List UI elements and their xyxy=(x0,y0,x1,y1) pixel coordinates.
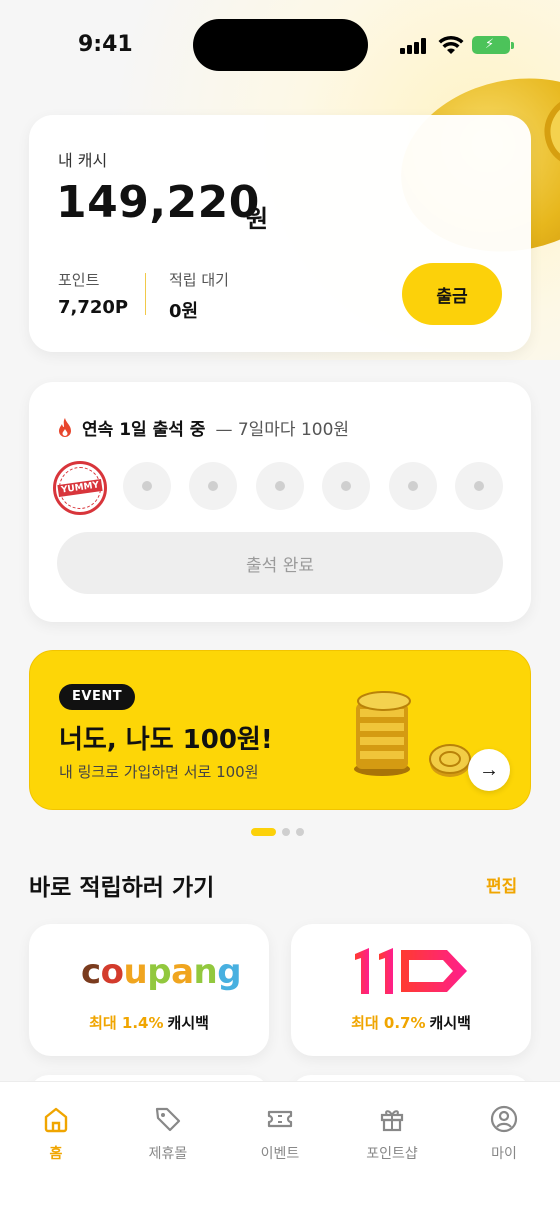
yummy-stamp: YUMMY xyxy=(53,461,107,515)
cashback-percent: 최대 1.4% xyxy=(89,1014,164,1032)
page-dot-active[interactable] xyxy=(251,828,276,836)
ticket-icon xyxy=(267,1110,293,1128)
day-slot xyxy=(256,462,304,510)
tab-my[interactable]: 마이 xyxy=(459,1104,549,1163)
attendance-complete-button[interactable]: 출석 완료 xyxy=(57,532,503,594)
event-title: 너도, 나도 100원! xyxy=(59,725,273,755)
tab-label: 포인트샵 xyxy=(366,1146,418,1162)
tab-events[interactable]: 이벤트 xyxy=(235,1104,325,1163)
status-time: 9:41 xyxy=(78,32,133,57)
tag-icon xyxy=(155,1107,181,1132)
tab-bar: 홈 제휴몰 이벤트 포인트샵 마이 xyxy=(0,1081,560,1217)
tab-pointshop[interactable]: 포인트샵 xyxy=(347,1104,437,1163)
event-banner[interactable]: EVENT 너도, 나도 100원! 내 링크로 가입하면 서로 100원 → xyxy=(29,650,531,810)
tab-label: 이벤트 xyxy=(260,1146,300,1162)
page-dot[interactable] xyxy=(282,828,290,836)
day-slot xyxy=(189,462,237,510)
cashback-suffix: 캐시백 xyxy=(167,1014,209,1032)
tab-label: 제휴몰 xyxy=(148,1146,188,1162)
fire-icon xyxy=(59,417,71,437)
tab-partners[interactable]: 제휴몰 xyxy=(123,1104,213,1163)
cashback-rate: 최대 1.4% 캐시백 xyxy=(29,1012,269,1033)
points-value: 7,720P xyxy=(58,297,129,318)
home-icon xyxy=(44,1107,68,1133)
edit-link[interactable]: 편집 xyxy=(486,872,517,897)
event-arrow-button[interactable]: → xyxy=(468,749,510,791)
user-icon xyxy=(490,1105,518,1133)
tab-label: 마이 xyxy=(491,1146,517,1162)
cash-card: 내 캐시 149,220 원 포인트 7,720P 적립 대기 0원 출금 xyxy=(29,115,531,352)
day-slot xyxy=(455,462,503,510)
cashback-rate: 최대 0.7% 캐시백 xyxy=(291,1012,531,1033)
banner-pagination xyxy=(251,828,304,836)
cashback-suffix: 캐시백 xyxy=(429,1014,471,1032)
dynamic-island xyxy=(193,19,368,71)
cash-unit: 원 xyxy=(246,205,269,233)
pending-label: 적립 대기 xyxy=(169,271,229,289)
stamp-label: YUMMY xyxy=(57,478,103,498)
attendance-title: 연속 1일 출석 중 — 7일마다 100원 xyxy=(57,415,349,440)
divider xyxy=(145,273,146,315)
points-label: 포인트 xyxy=(58,271,100,289)
tab-home[interactable]: 홈 xyxy=(11,1104,101,1163)
cash-amount: 149,220 xyxy=(56,177,260,228)
coin-stack-icon xyxy=(354,691,411,776)
pending-value: 0원 xyxy=(169,301,199,322)
shop-card-coupang[interactable]: coupang 최대 1.4% 캐시백 xyxy=(29,924,269,1056)
attendance-card: 연속 1일 출석 중 — 7일마다 100원 YUMMY 출석 완료 xyxy=(29,382,531,622)
attendance-streak: 연속 1일 출석 중 xyxy=(82,420,206,440)
status-bar: 9:41 ⚡ xyxy=(0,0,560,90)
withdraw-button[interactable]: 출금 xyxy=(402,263,502,325)
event-badge: EVENT xyxy=(59,684,136,710)
11st-logo xyxy=(355,948,467,994)
shop-card-11st[interactable]: 최대 0.7% 캐시백 xyxy=(291,924,531,1056)
shortcuts-title: 바로 적립하러 가기 xyxy=(29,875,215,901)
page-dot[interactable] xyxy=(296,828,304,836)
event-subtitle: 내 링크로 가입하면 서로 100원 xyxy=(59,763,259,781)
wifi-icon xyxy=(438,35,464,54)
day-slot xyxy=(123,462,171,510)
coupang-logo: coupang xyxy=(81,952,242,992)
battery-icon: ⚡ xyxy=(472,36,514,54)
cash-label: 내 캐시 xyxy=(58,151,108,170)
cashback-percent: 최대 0.7% xyxy=(351,1014,426,1032)
attendance-reward: — 7일마다 100원 xyxy=(215,420,350,440)
tab-label: 홈 xyxy=(49,1146,63,1162)
gift-icon xyxy=(380,1110,404,1132)
day-slot xyxy=(389,462,437,510)
signal-icon xyxy=(400,38,430,54)
day-slot xyxy=(322,462,370,510)
